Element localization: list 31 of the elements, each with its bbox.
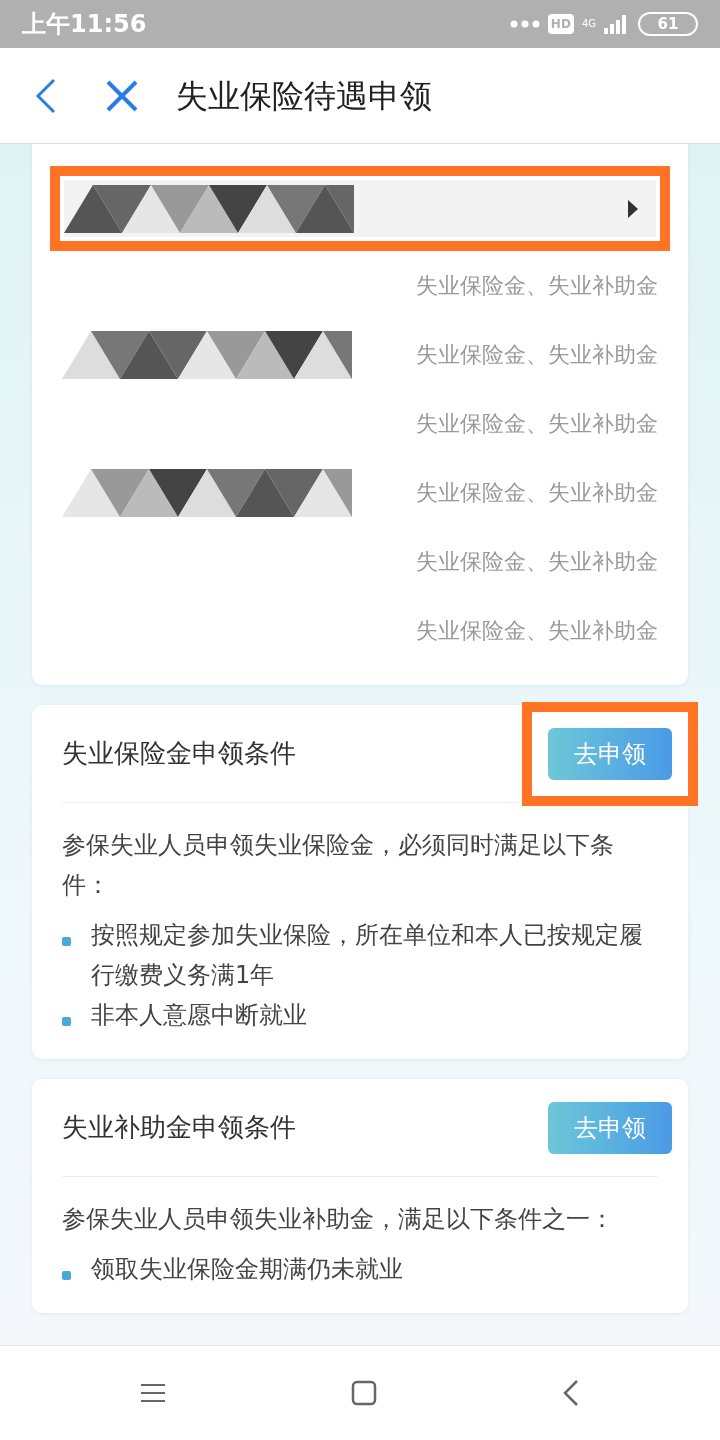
clock-time: 上午11:56 bbox=[22, 9, 147, 40]
condition-text: 领取失业保险金期满仍未就业 bbox=[91, 1254, 403, 1285]
network-label: 4G bbox=[581, 19, 596, 29]
benefit-type: 失业保险金、失业补助金 bbox=[416, 548, 658, 576]
hd-badge: HD bbox=[547, 14, 574, 34]
intro-text: 参保失业人员申领失业补助金，满足以下条件之一： bbox=[62, 1204, 615, 1235]
page-title: 失业保险待遇申领 bbox=[176, 75, 432, 117]
bullet-icon bbox=[62, 1271, 71, 1280]
caret-icon bbox=[628, 199, 638, 218]
battery-level: 61 bbox=[638, 12, 698, 36]
benefit-type: 失业保险金、失业补助金 bbox=[416, 272, 658, 300]
close-button[interactable] bbox=[106, 79, 138, 112]
apply-button[interactable]: 去申领 bbox=[548, 727, 672, 780]
condition-text: 按照规定参加失业保险，所在单位和本人已按规定履行缴费义务满1年 bbox=[91, 920, 644, 991]
apply-button[interactable]: 去申领 bbox=[548, 1101, 672, 1154]
close-icon bbox=[106, 79, 138, 112]
home-square-icon[interactable] bbox=[351, 1380, 377, 1406]
intro-text: 参保失业人员申领失业保险金，必须同时满足以下条件： bbox=[62, 830, 615, 901]
benefit-type: 失业保险金、失业补助金 bbox=[416, 617, 658, 645]
bullet-icon bbox=[62, 937, 71, 946]
section-title: 失业补助金申领条件 bbox=[62, 1111, 296, 1144]
section-title: 失业保险金申领条件 bbox=[62, 737, 296, 770]
more-icon bbox=[509, 20, 540, 28]
benefit-type: 失业保险金、失业补助金 bbox=[416, 341, 658, 369]
back-icon[interactable] bbox=[563, 1379, 579, 1407]
menu-icon[interactable] bbox=[141, 1383, 165, 1403]
dropdown-selector[interactable] bbox=[64, 180, 656, 237]
benefit-type: 失业保险金、失业补助金 bbox=[416, 410, 658, 438]
condition-text: 非本人意愿中断就业 bbox=[91, 1000, 307, 1031]
benefit-type: 失业保险金、失业补助金 bbox=[416, 479, 658, 507]
bullet-icon bbox=[62, 1017, 71, 1026]
